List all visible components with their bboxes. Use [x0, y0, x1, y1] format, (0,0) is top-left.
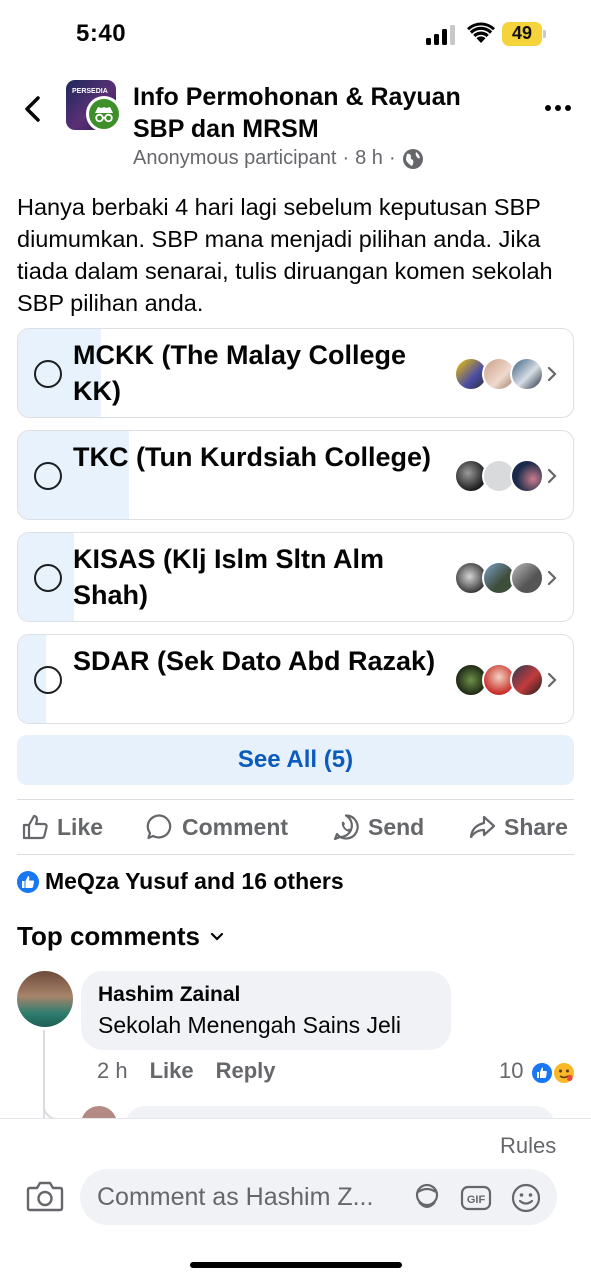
poll-option-sdar[interactable]: SDAR (Sek Dato Abd Razak): [17, 634, 574, 724]
chevron-right-icon[interactable]: [546, 671, 558, 689]
comment-bubble-icon: [146, 814, 172, 840]
meta-separator: ·: [342, 147, 350, 169]
post-meta: Anonymous participant · 8 h ·: [133, 147, 424, 170]
comment-time: 2 h: [97, 1058, 128, 1083]
comment-like-button[interactable]: Like: [150, 1058, 194, 1084]
poll-radio[interactable]: [34, 564, 62, 592]
comment-bubble[interactable]: Hashim Zainal Sekolah Menengah Sains Jel…: [81, 971, 451, 1050]
commenter-name[interactable]: Hashim Zainal: [98, 983, 240, 1007]
top-comments-dropdown[interactable]: Top comments: [17, 921, 224, 952]
gif-icon[interactable]: GIF: [460, 1182, 492, 1214]
group-avatar-text: PERSEDIA: [72, 88, 108, 95]
poll-option-label: SDAR (Sek Dato Abd Razak): [73, 646, 436, 676]
chevron-down-icon: [210, 932, 224, 941]
thread-connector: [43, 1090, 79, 1120]
wifi-icon: [467, 22, 495, 43]
poll-radio[interactable]: [34, 462, 62, 490]
poll-option-label: TKC (Tun Kurdsiah College): [73, 442, 431, 472]
voter-avatar: [510, 561, 544, 595]
rules-link[interactable]: Rules: [500, 1133, 556, 1159]
status-bar: 5:40 49: [0, 0, 591, 70]
poll-radio[interactable]: [34, 666, 62, 694]
voter-avatars[interactable]: [454, 357, 544, 391]
comment-meta: 2 h Like Reply: [97, 1058, 276, 1084]
chevron-right-icon[interactable]: [546, 467, 558, 485]
send-button[interactable]: Send: [332, 801, 424, 853]
share-label: Share: [504, 813, 568, 840]
reaction-summary[interactable]: MeQza Yusuf and 16 others: [17, 868, 344, 895]
chevron-right-icon[interactable]: [546, 365, 558, 383]
share-arrow-icon: [469, 815, 496, 839]
group-title[interactable]: Info Permohonan & Rayuan: [133, 83, 461, 112]
like-label: Like: [57, 813, 104, 840]
group-title-line2[interactable]: SBP dan MRSM: [133, 115, 319, 144]
whatsapp-icon: [333, 814, 359, 841]
post-time[interactable]: 8 h: [355, 147, 383, 170]
commenter-avatar[interactable]: [17, 971, 73, 1027]
home-indicator[interactable]: [190, 1262, 402, 1268]
poll-option-kisas[interactable]: KISAS (Klj Islm Sltn Alm Shah): [17, 532, 574, 622]
like-button[interactable]: Like: [21, 801, 103, 853]
reaction-summary-text: MeQza Yusuf and 16 others: [45, 868, 344, 894]
send-label: Send: [368, 813, 425, 840]
thumbs-up-icon: [22, 814, 48, 840]
comment-reply-button[interactable]: Reply: [216, 1058, 276, 1084]
more-options-icon[interactable]: [544, 98, 574, 118]
comment-text: Sekolah Menengah Sains Jeli: [98, 1012, 402, 1038]
globe-icon: [402, 148, 423, 169]
poll-option-tkc[interactable]: TKC (Tun Kurdsiah College): [17, 430, 574, 520]
divider: [17, 799, 574, 800]
voter-avatar: [510, 459, 544, 493]
like-reaction-icon: [17, 870, 39, 893]
top-comments-label: Top comments: [17, 921, 200, 951]
svg-text:GIF: GIF: [467, 1194, 486, 1206]
voter-avatars[interactable]: [454, 663, 544, 697]
cellular-signal-icon: [426, 25, 455, 45]
meta-separator: ·: [388, 147, 396, 169]
voter-avatar: [510, 357, 544, 391]
emoji-icon[interactable]: [510, 1182, 542, 1214]
camera-icon[interactable]: [26, 1179, 64, 1213]
share-button[interactable]: Share: [468, 801, 568, 853]
status-time: 5:40: [76, 20, 127, 47]
comment-label: Comment: [182, 813, 289, 840]
chevron-right-icon[interactable]: [546, 569, 558, 587]
poll-option-label: MCKK (The Malay College KK): [73, 340, 407, 406]
voter-avatars[interactable]: [454, 459, 544, 493]
comment-reaction-count[interactable]: 10: [499, 1058, 523, 1084]
battery-percent: 49: [511, 23, 533, 43]
incognito-icon: [95, 107, 113, 123]
post-author: Anonymous participant: [133, 147, 337, 169]
voter-avatar: [510, 663, 544, 697]
avatar-sticker-icon[interactable]: [411, 1182, 443, 1214]
anonymous-badge: [86, 96, 122, 132]
battery-indicator: 49: [502, 22, 546, 46]
poll-option-label: KISAS (Klj Islm Sltn Alm Shah): [73, 544, 385, 610]
divider: [17, 854, 574, 855]
post-actions: Like Comment Send Share: [0, 801, 591, 853]
comment-button[interactable]: Comment: [146, 801, 288, 853]
back-arrow-icon[interactable]: [20, 92, 46, 126]
comment-reactions-icon[interactable]: [530, 1060, 578, 1086]
voter-avatars[interactable]: [454, 561, 544, 595]
poll-radio[interactable]: [34, 360, 62, 388]
see-all-button[interactable]: See All (5): [17, 735, 574, 785]
post-text: Hanya berbaki 4 hari lagi sebelum keputu…: [17, 194, 553, 316]
poll-option-mckk[interactable]: MCKK (The Malay College KK): [17, 328, 574, 418]
